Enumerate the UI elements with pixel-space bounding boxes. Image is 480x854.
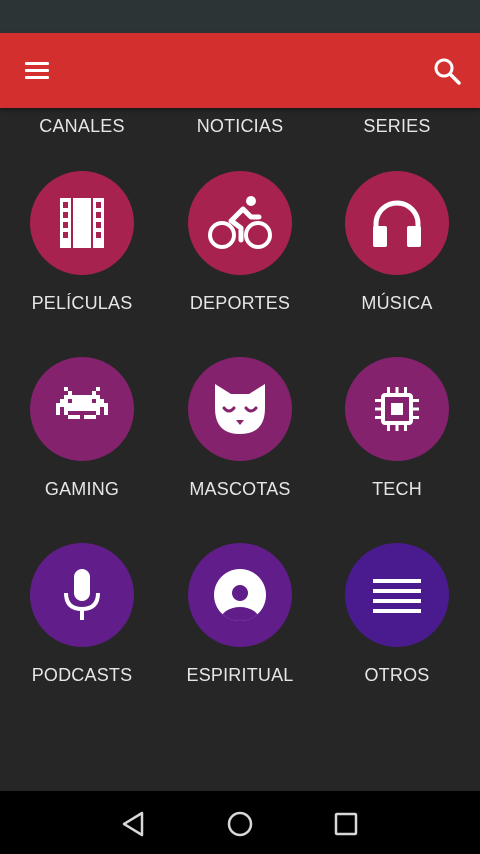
hamburger-menu-icon[interactable]: [18, 52, 56, 90]
category-label: DEPORTES: [189, 293, 291, 313]
top-row-labels: CANALES NOTICIAS SERIES: [0, 116, 480, 140]
category-label: GAMING: [44, 479, 120, 499]
film-icon: [30, 171, 134, 275]
app-bar: [0, 33, 480, 108]
recents-square-icon[interactable]: [326, 804, 366, 844]
system-nav-bar: [0, 791, 480, 854]
category-label-canales[interactable]: CANALES: [2, 116, 162, 137]
category-label: PODCASTS: [31, 665, 133, 685]
category-peliculas[interactable]: PELÍCULAS: [2, 171, 162, 341]
category-musica[interactable]: MÚSICA: [317, 171, 477, 341]
category-podcasts[interactable]: PODCASTS: [2, 543, 162, 713]
search-icon[interactable]: [428, 52, 466, 90]
status-bar: [0, 0, 480, 33]
category-label: ESPIRITUAL: [186, 665, 294, 685]
category-label-series[interactable]: SERIES: [317, 116, 477, 137]
microphone-icon: [30, 543, 134, 647]
space-invader-icon: [30, 357, 134, 461]
home-circle-icon[interactable]: [220, 804, 260, 844]
category-grid: CANALES NOTICIAS SERIES PELÍCULAS DEPORT…: [0, 108, 480, 791]
category-mascotas[interactable]: MASCOTAS: [160, 357, 320, 527]
category-deportes[interactable]: DEPORTES: [160, 171, 320, 341]
category-espiritual[interactable]: ESPIRITUAL: [160, 543, 320, 713]
category-otros[interactable]: OTROS: [317, 543, 477, 713]
cyclist-icon: [188, 171, 292, 275]
category-label: PELÍCULAS: [31, 293, 133, 313]
list-icon: [345, 543, 449, 647]
back-triangle-icon[interactable]: [114, 804, 154, 844]
cat-face-icon: [188, 357, 292, 461]
category-label: MASCOTAS: [189, 479, 291, 499]
category-label: OTROS: [364, 665, 430, 685]
chip-icon: [345, 357, 449, 461]
category-label: TECH: [372, 479, 422, 499]
category-tech[interactable]: TECH: [317, 357, 477, 527]
person-circle-icon: [188, 543, 292, 647]
category-label-noticias[interactable]: NOTICIAS: [160, 116, 320, 137]
category-gaming[interactable]: GAMING: [2, 357, 162, 527]
category-label: MÚSICA: [361, 293, 433, 313]
headphones-icon: [345, 171, 449, 275]
